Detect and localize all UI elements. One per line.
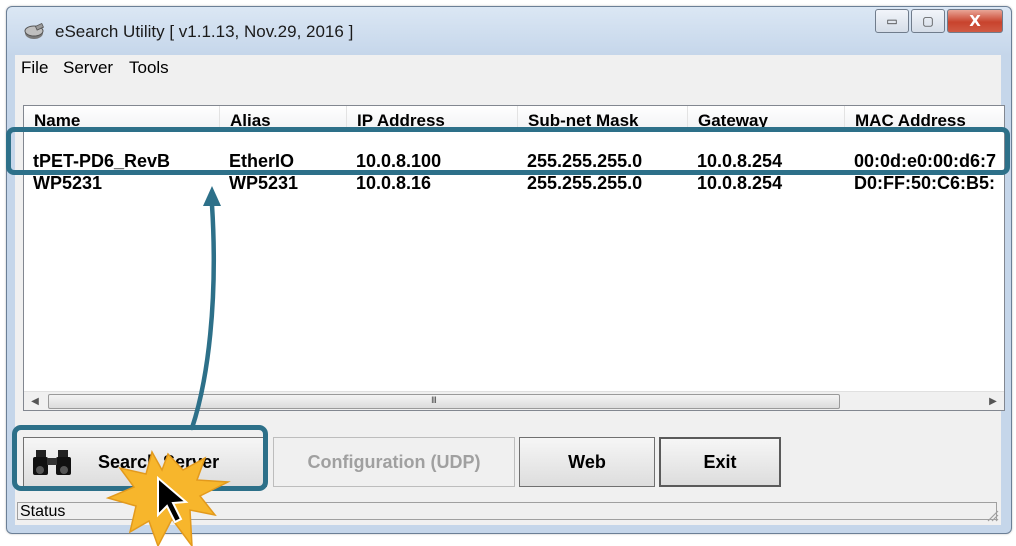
callout-arrow [189, 202, 217, 431]
annotation-overlay [105, 186, 231, 546]
arrow-head-icon [203, 186, 221, 206]
